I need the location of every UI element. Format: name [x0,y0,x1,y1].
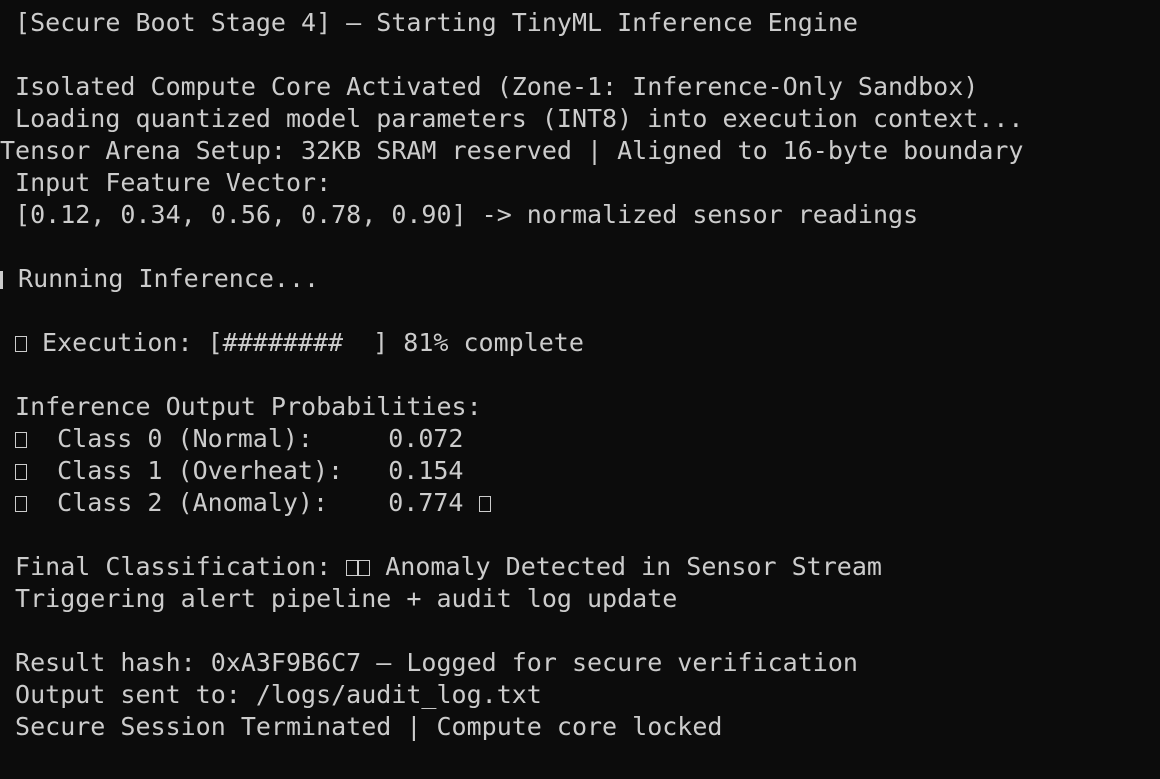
terminal-line-loading-model: Loading quantized model parameters (INT8… [0,104,1024,133]
missing-glyph-icon [15,432,27,448]
execution-progress-text: Execution: [######## ] 81% complete [27,328,584,357]
terminal-line-final-classification: Final Classification: Anomaly Detected i… [0,551,882,583]
class-1-text: Class 1 (Overheat): 0.154 [27,456,464,485]
terminal-line-tensor-arena: Tensor Arena Setup: 32KB SRAM reserved |… [0,136,1024,165]
terminal-line-output-sent: Output sent to: /logs/audit_log.txt [0,680,542,709]
missing-glyph-icon [358,560,371,576]
final-classification-result: Anomaly Detected in Sensor Stream [370,552,882,581]
class-0-text: Class 0 (Normal): 0.072 [27,424,464,453]
terminal-line-boot-stage: [Secure Boot Stage 4] — Starting TinyML … [0,8,858,37]
running-inference-text: Running Inference... [3,264,320,293]
missing-glyph-icon [0,327,15,359]
missing-glyph-icon [15,496,27,512]
terminal-line-running-inference: Running Inference... [0,263,319,295]
terminal-line-alert-pipeline: Triggering alert pipeline + audit log up… [0,584,678,613]
missing-glyph-icon [478,496,491,512]
terminal-line-compute-core: Isolated Compute Core Activated (Zone-1:… [0,72,979,101]
missing-glyph-icon [346,560,359,576]
terminal-line-class-2: Class 2 (Anomaly): 0.774 [0,487,491,519]
terminal-line-output-probabilities: Inference Output Probabilities: [0,392,482,421]
terminal-line-input-vector-label: Input Feature Vector: [0,168,332,197]
terminal-line-session-terminated: Secure Session Terminated | Compute core… [0,712,723,741]
terminal-line-input-vector-values: [0.12, 0.34, 0.56, 0.78, 0.90] -> normal… [0,200,919,229]
final-classification-label: Final Classification: [0,552,347,581]
scrolled-off-line [0,0,1160,4]
class-2-text: Class 2 (Anomaly): 0.774 [27,488,464,517]
terminal-line-execution-progress: Execution: [######## ] 81% complete [0,327,584,359]
terminal-line-result-hash: Result hash: 0xA3F9B6C7 — Logged for sec… [0,648,858,677]
missing-glyph-icon [15,464,27,480]
terminal-line-class-1: Class 1 (Overheat): 0.154 [0,455,464,487]
missing-glyph-icon [15,336,27,352]
terminal-window[interactable]: [Secure Boot Stage 4] — Starting TinyML … [0,0,1160,779]
terminal-line-class-0: Class 0 (Normal): 0.072 [0,423,464,455]
